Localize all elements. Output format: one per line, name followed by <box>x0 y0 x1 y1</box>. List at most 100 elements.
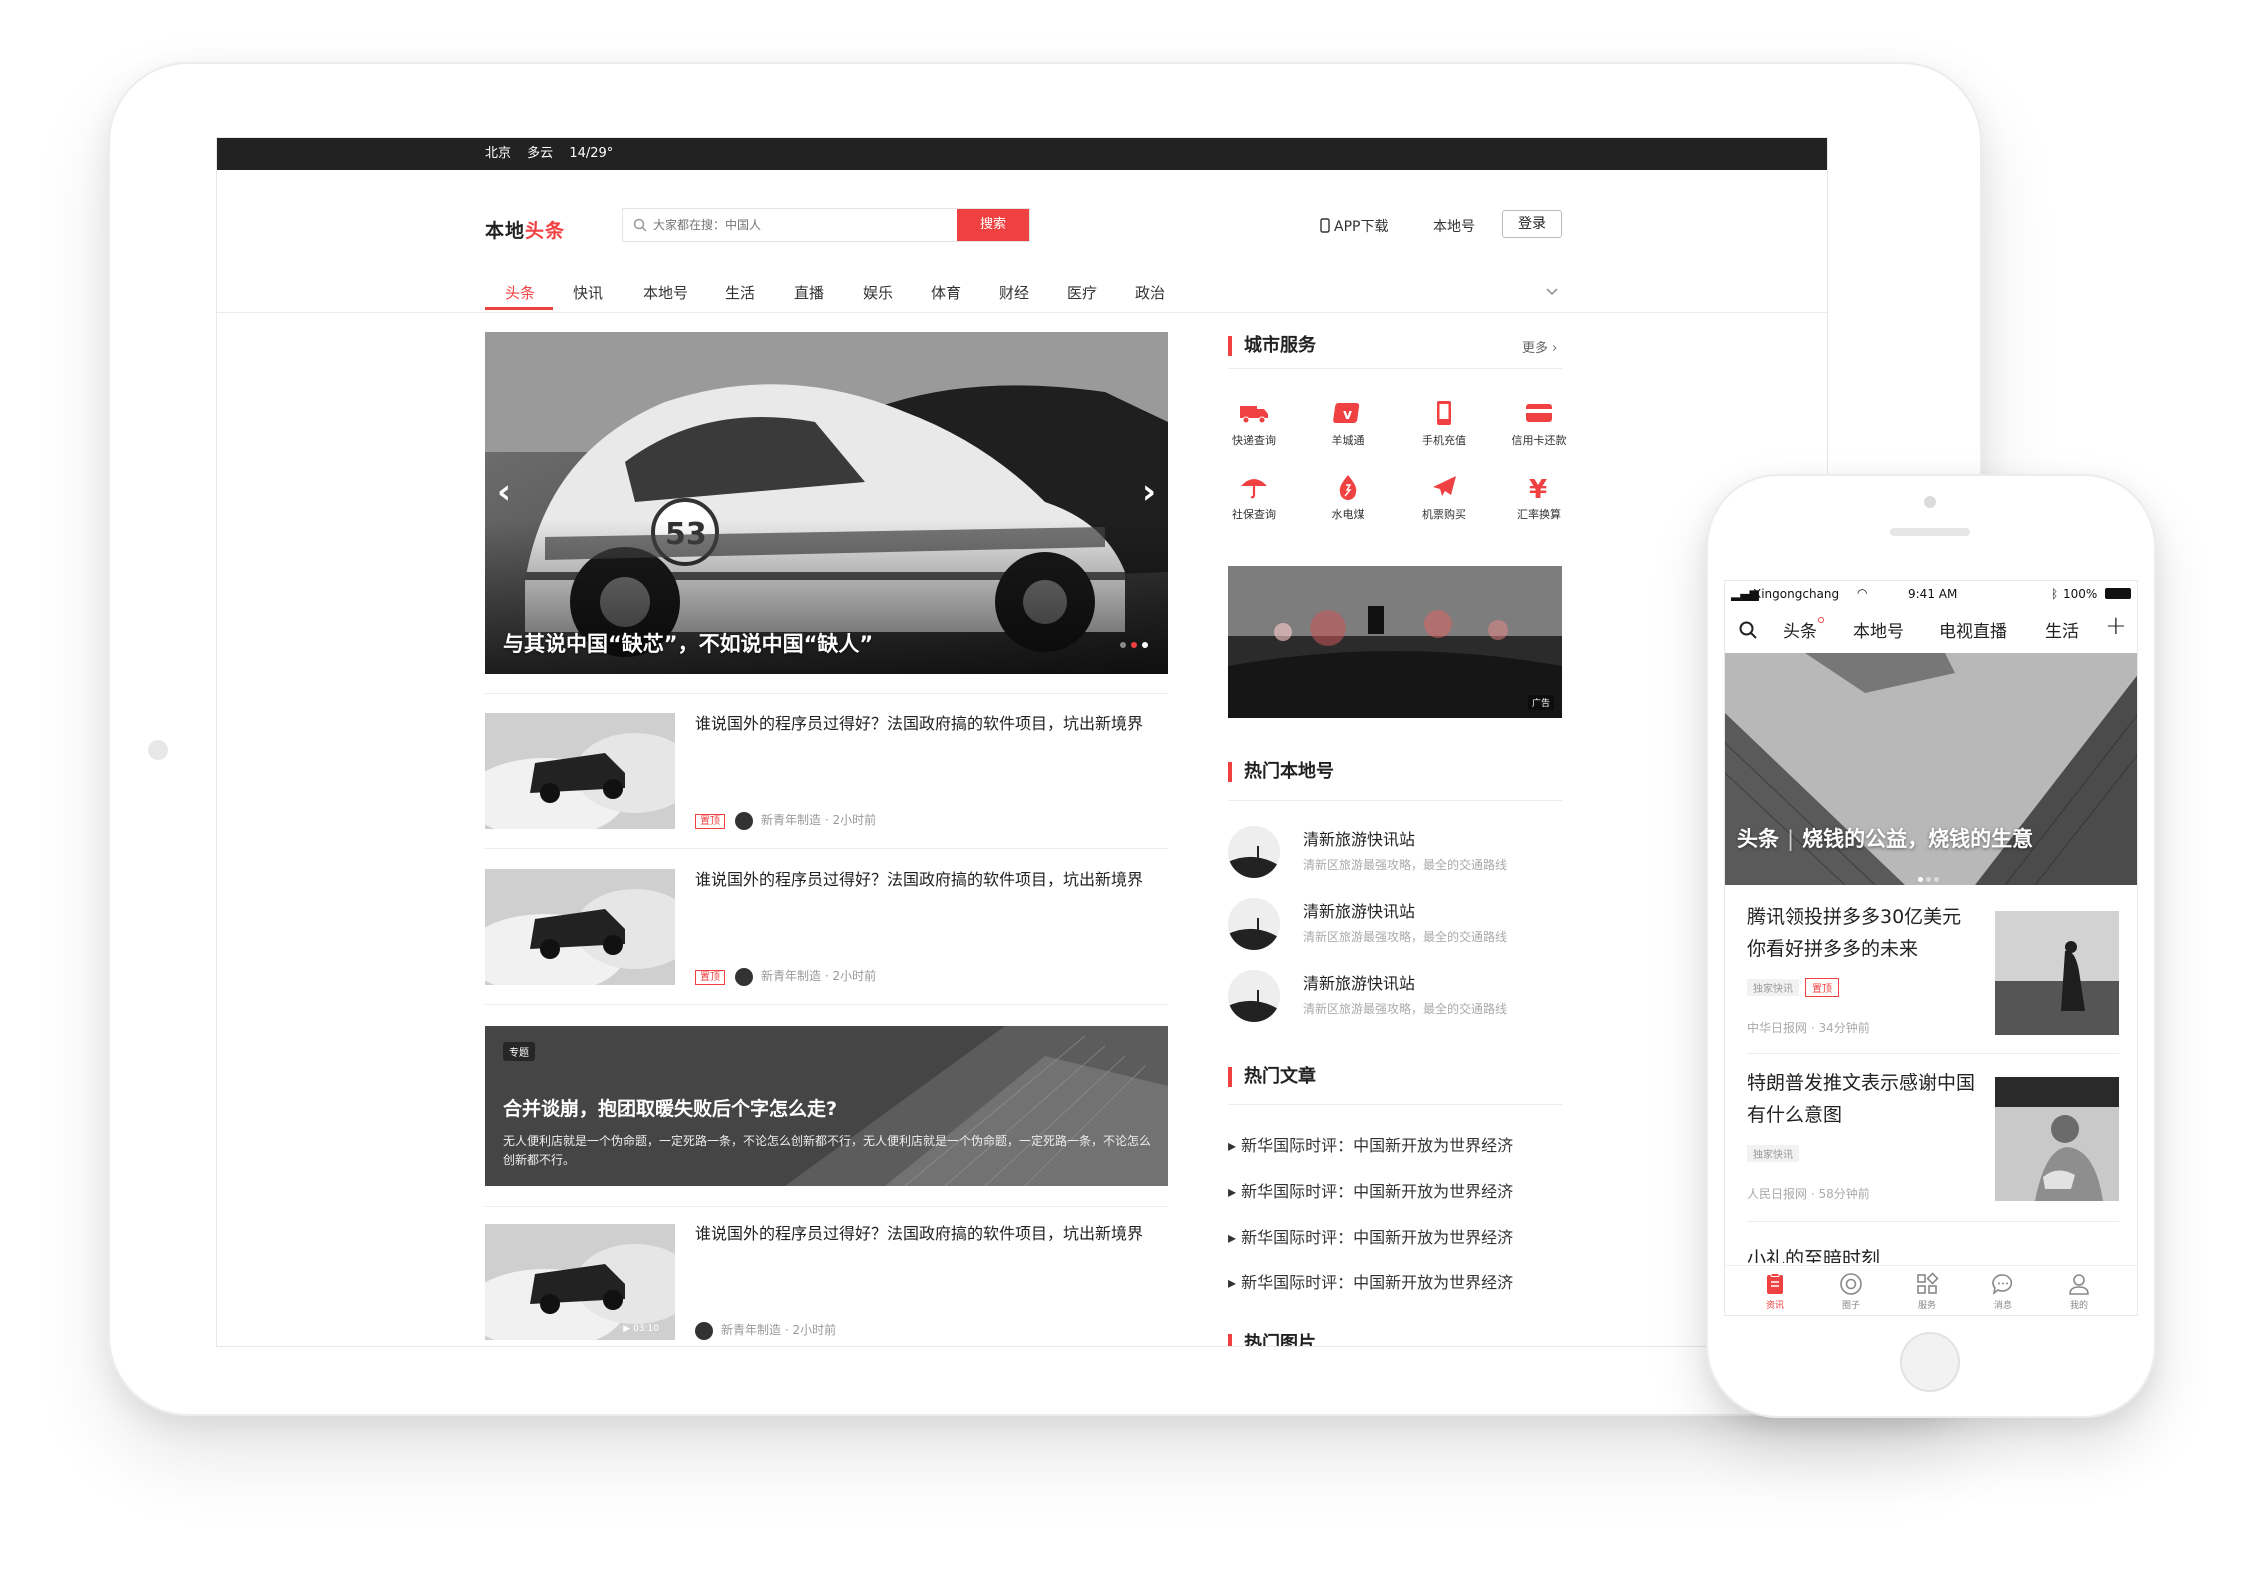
nav-services[interactable]: 服务 <box>1897 1272 1957 1311</box>
drop-icon <box>1339 475 1357 500</box>
article-source[interactable]: 新青年制造 <box>761 813 821 827</box>
phone-hero[interactable]: 头条 | 烧钱的公益，烧钱的生意 <box>1725 653 2137 885</box>
nav-news[interactable]: 资讯 <box>1745 1272 1805 1311</box>
carousel-prev-icon[interactable]: ‹ <box>497 472 511 512</box>
umbrella-icon <box>1241 479 1267 499</box>
top-bar: 北京 多云 14/29° <box>217 138 1827 170</box>
nav-messages[interactable]: 消息 <box>1973 1272 2033 1311</box>
truck-icon <box>1240 406 1268 424</box>
more-link[interactable]: 更多 › <box>1522 337 1557 356</box>
phone-news-tags: 独家快讯 置顶 <box>1747 977 1845 997</box>
bluetooth-icon: ᛒ <box>2051 587 2059 601</box>
account-avatar[interactable] <box>1228 898 1280 950</box>
tab-finance[interactable]: 财经 <box>999 282 1029 303</box>
carousel-dot[interactable] <box>1142 642 1148 648</box>
service-flight[interactable]: 机票购买 <box>1399 474 1489 522</box>
service-credit-card[interactable]: 信用卡还款 <box>1494 400 1584 448</box>
article-meta: 新青年制造 · 2小时前 <box>695 1321 836 1340</box>
separator <box>485 1206 1168 1207</box>
hero-caption[interactable]: 与其说中国“缺芯”，不如说中国“缺人” <box>503 628 873 658</box>
hot-article-item[interactable]: ▸ 新华国际时评：中国新开放为世界经济 <box>1228 1269 1513 1293</box>
local-account-link[interactable]: 本地号 <box>1433 216 1475 236</box>
account-name[interactable]: 清新旅游快讯站 <box>1303 970 1415 994</box>
phone-news-title[interactable]: 特朗普发推文表示感谢中国有什么意图 <box>1747 1067 1977 1131</box>
account-name[interactable]: 清新旅游快讯站 <box>1303 826 1415 850</box>
carousel-dot[interactable] <box>1120 642 1126 648</box>
phone-news-thumbnail[interactable] <box>1995 911 2119 1035</box>
hot-article-item[interactable]: ▸ 新华国际时评：中国新开放为世界经济 <box>1228 1224 1513 1248</box>
tab-politics[interactable]: 政治 <box>1135 282 1165 303</box>
topic-title[interactable]: 合并谈崩，抱团取暖失败后个字怎么走? <box>503 1094 837 1121</box>
tab-flash[interactable]: 快讯 <box>573 282 603 303</box>
tab-life[interactable]: 生活 <box>725 282 755 303</box>
service-exchange[interactable]: ¥ 汇率换算 <box>1494 474 1584 522</box>
search-icon[interactable] <box>1739 621 1757 639</box>
account-avatar[interactable] <box>1228 826 1280 878</box>
phone-news-title[interactable]: 小礼的至暗时刻 <box>1747 1243 1977 1263</box>
tab-local[interactable]: 本地号 <box>643 282 688 303</box>
ad-banner[interactable]: 广告 <box>1228 566 1562 718</box>
app-download-link[interactable]: APP下载 <box>1320 216 1388 236</box>
phone-tab-tv-live[interactable]: 电视直播 <box>1939 617 2007 642</box>
tab-sports[interactable]: 体育 <box>931 282 961 303</box>
phone-tab-life[interactable]: 生活 <box>2045 617 2079 642</box>
service-yangchengtong[interactable]: v 羊城通 <box>1303 400 1393 448</box>
tab-medical[interactable]: 医疗 <box>1067 282 1097 303</box>
search-input[interactable] <box>653 209 953 241</box>
login-button[interactable]: 登录 <box>1502 210 1562 238</box>
phone-tab-headlines[interactable]: 头条 <box>1783 617 1824 642</box>
account-name[interactable]: 清新旅游快讯站 <box>1303 898 1415 922</box>
article-time: 2小时前 <box>832 969 877 983</box>
carousel-dot[interactable] <box>1131 642 1137 648</box>
svg-text:v: v <box>1343 407 1352 423</box>
chevron-down-icon[interactable] <box>1546 288 1558 296</box>
nav-profile[interactable]: 我的 <box>2049 1272 2109 1311</box>
add-tab-icon[interactable]: + <box>2105 611 2127 641</box>
topic-summary: 无人便利店就是一个伪命题，一定死路一条，不论怎么创新都不行，无人便利店就是一个伪… <box>503 1134 1152 1167</box>
city-label: 北京 <box>485 146 512 161</box>
topic-card[interactable]: 专题 合并谈崩，抱团取暖失败后个字怎么走? 无人便利店就是一个伪命题，一定死路一… <box>485 1026 1168 1186</box>
phone-tab-local[interactable]: 本地号 <box>1853 617 1904 642</box>
phone-news-title[interactable]: 腾讯领投拼多多30亿美元你看好拼多多的未来 <box>1747 901 1977 965</box>
article-title[interactable]: 谁说国外的程序员过得好？法国政府搞的软件项目，坑出新境界 <box>695 710 1175 738</box>
divider <box>1228 368 1562 369</box>
article-source[interactable]: 新青年制造 <box>721 1323 781 1337</box>
carousel-next-icon[interactable]: › <box>1142 472 1156 512</box>
service-social-security[interactable]: 社保查询 <box>1209 474 1299 522</box>
tab-entertainment[interactable]: 娱乐 <box>863 282 893 303</box>
article-thumbnail[interactable]: ▶ 03:10 <box>485 1224 675 1340</box>
phone-hero-caption[interactable]: 头条 | 烧钱的公益，烧钱的生意 <box>1737 823 2033 853</box>
article-thumbnail[interactable] <box>485 713 675 829</box>
article-thumbnail[interactable] <box>485 869 675 985</box>
chat-icon <box>1992 1274 2013 1295</box>
nav-circle[interactable]: 圈子 <box>1821 1272 1881 1311</box>
search-button[interactable]: 搜索 <box>957 209 1029 241</box>
article-title[interactable]: 谁说国外的程序员过得好？法国政府搞的软件项目，坑出新境界 <box>695 866 1175 894</box>
separator <box>485 1004 1168 1005</box>
article-time: 2小时前 <box>792 1323 837 1337</box>
home-button[interactable] <box>1900 1332 1960 1392</box>
hot-articles-title: 热门文章 <box>1228 1067 1316 1087</box>
divider <box>1747 1221 2119 1222</box>
wifi-icon: ◠ <box>1857 586 1868 600</box>
hero-carousel[interactable]: 53 ‹ › 与其说中国“缺芯”，不如说中国“缺人” <box>485 332 1168 674</box>
status-bar: ▂▄▆ Xingongchang ◠ 9:41 AM ᛒ 100% <box>1725 581 2137 607</box>
avatar <box>695 1321 713 1340</box>
tab-headlines[interactable]: 头条 <box>505 282 535 303</box>
hot-article-item[interactable]: ▸ 新华国际时评：中国新开放为世界经济 <box>1228 1132 1513 1156</box>
site-logo[interactable]: 本地头条 <box>485 216 565 243</box>
account-desc: 清新区旅游最强攻略，最全的交通路线 <box>1303 1002 1508 1016</box>
account-avatar[interactable] <box>1228 970 1280 1022</box>
article-source[interactable]: 新青年制造 <box>761 969 821 983</box>
service-utilities[interactable]: 水电煤 <box>1303 474 1393 522</box>
topic-tag: 专题 <box>503 1042 535 1061</box>
phone-news-meta: 人民日报网 · 58分钟前 <box>1747 1187 1870 1201</box>
service-express[interactable]: 快递查询 <box>1209 400 1299 448</box>
avatar <box>735 811 753 830</box>
phone-news-thumbnail[interactable] <box>1995 1077 2119 1201</box>
article-title[interactable]: 谁说国外的程序员过得好？法国政府搞的软件项目，坑出新境界 <box>695 1220 1175 1248</box>
tab-live[interactable]: 直播 <box>794 282 824 303</box>
service-phone-topup[interactable]: 手机充值 <box>1399 400 1489 448</box>
hero-image: 53 <box>485 332 1168 674</box>
hot-article-item[interactable]: ▸ 新华国际时评：中国新开放为世界经济 <box>1228 1178 1513 1202</box>
